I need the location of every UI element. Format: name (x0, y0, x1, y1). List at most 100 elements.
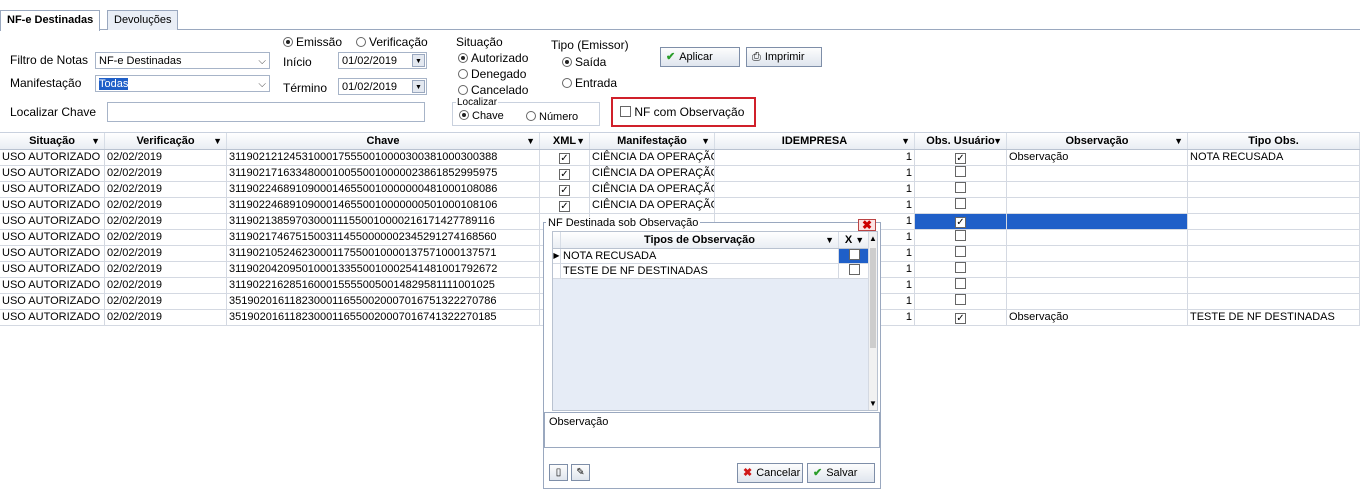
col-situacao[interactable]: Situação ▼ (0, 133, 105, 149)
sort-dropdown-icon[interactable]: ▼ (213, 133, 222, 149)
cell-situacao: USO AUTORIZADO (0, 150, 105, 165)
cell-xml[interactable]: ✓ (540, 150, 590, 165)
cell-verificacao: 02/02/2019 (105, 294, 227, 309)
cell-obs-usuario[interactable] (915, 262, 1007, 277)
sort-dropdown-icon[interactable]: ▼ (91, 133, 100, 149)
cell-obs-usuario[interactable] (915, 198, 1007, 213)
cell-situacao: USO AUTORIZADO (0, 246, 105, 261)
cell-verificacao: 02/02/2019 (105, 166, 227, 181)
cell-tipo-obs (1188, 166, 1360, 181)
situacao-denegado-radio[interactable]: Denegado (458, 67, 526, 81)
col-xml[interactable]: XML ▼ (540, 133, 590, 149)
imprimir-button[interactable]: ⎙ Imprimir (746, 47, 822, 67)
cell-obs-usuario[interactable] (915, 294, 1007, 309)
cell-chave: 3119021385970300011155001000021617142778… (227, 214, 540, 229)
chevron-down-icon: ⌵ (258, 79, 266, 90)
dialog-footer: ▯ ✎ ✖ Cancelar ✔ Salvar (544, 456, 880, 488)
scroll-down-icon[interactable]: ▼ (869, 399, 877, 408)
col-tipo-obs[interactable]: Tipo Obs. (1188, 133, 1360, 149)
radio-on-icon (459, 110, 469, 120)
col-tipos[interactable]: Tipos de Observação ▼ (561, 232, 839, 248)
localizar-chave-radio[interactable]: Chave (459, 110, 504, 122)
calendar-dropdown-icon[interactable]: ▼ (412, 80, 425, 93)
close-icon[interactable]: ✖ (858, 219, 876, 231)
col-obs-usuario[interactable]: Obs. Usuário ▼ (915, 133, 1007, 149)
cell-obs-usuario[interactable] (915, 230, 1007, 245)
tipo-checkbox[interactable] (839, 264, 871, 278)
cell-observacao (1007, 166, 1188, 181)
inicio-date[interactable]: 01/02/2019 ▼ (338, 52, 427, 69)
sort-dropdown-icon[interactable]: ▼ (993, 133, 1002, 149)
cell-chave: 3119022468910900014655001000000050100010… (227, 198, 540, 213)
cell-tipo-obs (1188, 198, 1360, 213)
cell-chave: 3519020161182300011655002000701674132227… (227, 310, 540, 325)
cell-obs-usuario[interactable] (915, 246, 1007, 261)
cell-xml[interactable]: ✓ (540, 182, 590, 197)
situacao-autorizado-radio[interactable]: Autorizado (458, 51, 528, 65)
checkbox-icon (955, 182, 966, 193)
table-row[interactable]: USO AUTORIZADO 02/02/2019 3119022468910900… (0, 182, 1360, 198)
col-verificacao[interactable]: Verificação ▼ (105, 133, 227, 149)
situacao-cancelado-radio[interactable]: Cancelado (458, 83, 528, 97)
manifestacao-label: Manifestação (10, 76, 82, 90)
scroll-thumb[interactable] (870, 248, 876, 348)
observacao-textarea[interactable]: Observação (544, 412, 880, 448)
new-doc-icon[interactable]: ▯ (549, 464, 568, 481)
checkbox-icon (955, 230, 966, 241)
cell-obs-usuario[interactable] (915, 182, 1007, 197)
sort-dropdown-icon[interactable]: ▼ (576, 133, 585, 149)
cell-obs-usuario[interactable] (915, 166, 1007, 181)
col-chave[interactable]: Chave ▼ (227, 133, 540, 149)
col-observacao[interactable]: Observação ▼ (1007, 133, 1188, 149)
tipos-row[interactable]: ▶ NOTA RECUSADA (553, 249, 871, 264)
emissao-radio[interactable]: Emissão (283, 35, 342, 49)
localizar-numero-radio[interactable]: Número (526, 111, 578, 123)
radio-off-icon (458, 69, 468, 79)
tab-nfe-destinadas[interactable]: NF-e Destinadas (0, 10, 101, 31)
cancelar-button[interactable]: ✖ Cancelar (737, 463, 803, 483)
cell-verificacao: 02/02/2019 (105, 262, 227, 277)
sort-dropdown-icon[interactable]: ▼ (855, 235, 864, 245)
tipo-saida-radio[interactable]: Saída (562, 55, 606, 69)
cell-situacao: USO AUTORIZADO (0, 278, 105, 293)
tipo-checkbox[interactable] (839, 249, 871, 263)
checkbox-icon: ✓ (559, 169, 570, 180)
cell-obs-usuario[interactable]: ✓ (915, 150, 1007, 165)
col-x[interactable]: X ▼ (839, 232, 871, 248)
manifestacao-select[interactable]: Todas ⌵ (95, 75, 270, 92)
dialog-title: NF Destinada sob Observação (546, 217, 701, 229)
termino-date[interactable]: 01/02/2019 ▼ (338, 78, 427, 95)
cell-situacao: USO AUTORIZADO (0, 198, 105, 213)
filtro-select[interactable]: NF-e Destinadas ⌵ (95, 52, 270, 69)
sort-dropdown-icon[interactable]: ▼ (1174, 133, 1183, 149)
tab-devolucoes[interactable]: Devoluções (107, 10, 179, 30)
cell-verificacao: 02/02/2019 (105, 278, 227, 293)
tipos-row[interactable]: TESTE DE NF DESTINADAS (553, 264, 871, 279)
table-row[interactable]: USO AUTORIZADO 02/02/2019 3119022468910900… (0, 198, 1360, 214)
col-manifestacao[interactable]: Manifestação ▼ (590, 133, 715, 149)
sort-dropdown-icon[interactable]: ▼ (825, 232, 834, 248)
table-row[interactable]: USO AUTORIZADO 02/02/2019 3119021716334800… (0, 166, 1360, 182)
salvar-button[interactable]: ✔ Salvar (807, 463, 875, 483)
tipos-scrollbar[interactable]: ▲ ▼ (868, 232, 877, 410)
cell-xml[interactable]: ✓ (540, 198, 590, 213)
calendar-dropdown-icon[interactable]: ▼ (412, 54, 425, 67)
cell-obs-usuario[interactable]: ✓ (915, 214, 1007, 229)
cell-xml[interactable]: ✓ (540, 166, 590, 181)
sort-dropdown-icon[interactable]: ▼ (901, 133, 910, 149)
nf-com-observacao-checkbox[interactable]: NF com Observação (620, 105, 744, 119)
col-idempresa[interactable]: IDEMPRESA ▼ (715, 133, 915, 149)
table-row[interactable]: USO AUTORIZADO 02/02/2019 3119021212453100… (0, 150, 1360, 166)
cell-observacao: Observação (1007, 310, 1188, 325)
aplicar-button[interactable]: ✔ Aplicar (660, 47, 740, 67)
edit-icon[interactable]: ✎ (571, 464, 590, 481)
verificacao-radio[interactable]: Verificação (356, 35, 428, 49)
sort-dropdown-icon[interactable]: ▼ (526, 133, 535, 149)
cell-idempresa: 1 (715, 198, 915, 213)
scroll-up-icon[interactable]: ▲ (869, 234, 877, 243)
cell-obs-usuario[interactable]: ✓ (915, 310, 1007, 325)
cell-obs-usuario[interactable] (915, 278, 1007, 293)
tipo-entrada-radio[interactable]: Entrada (562, 76, 617, 90)
localizar-chave-input[interactable] (107, 102, 425, 122)
sort-dropdown-icon[interactable]: ▼ (701, 133, 710, 149)
